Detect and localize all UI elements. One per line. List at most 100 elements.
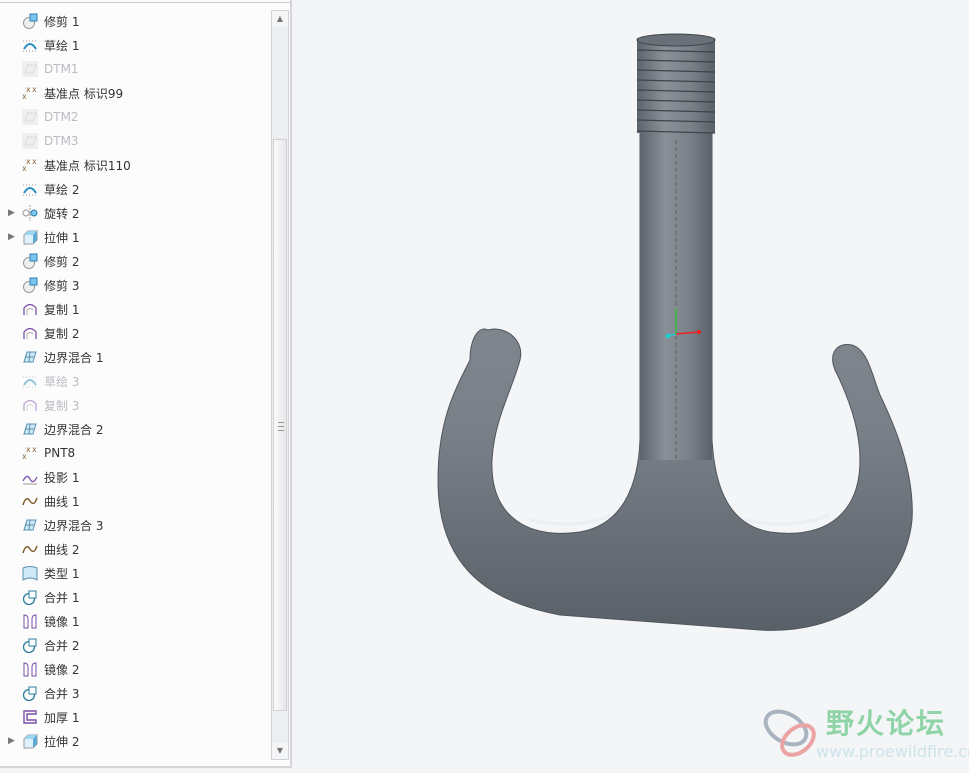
curve-icon — [22, 493, 38, 509]
tree-item-label: 合并 2 — [44, 638, 80, 653]
tree-item[interactable]: 镜像 1 — [0, 609, 268, 633]
tree-item-label: 镜像 1 — [44, 614, 80, 629]
tree-item-label: 拉伸 2 — [44, 734, 80, 749]
tree-item-label: 草绘 3 — [44, 374, 80, 389]
tree-item[interactable]: 曲线 1 — [0, 489, 268, 513]
svg-text:x: x — [32, 85, 37, 94]
expand-arrow-icon[interactable]: ▶ — [8, 736, 16, 746]
trim-icon — [22, 277, 38, 293]
tree-item-label: 修剪 2 — [44, 254, 80, 269]
tree-item[interactable]: 修剪 2 — [0, 249, 268, 273]
tree-item[interactable]: DTM3 — [0, 129, 268, 153]
style-icon — [22, 565, 38, 581]
extrude-icon — [22, 229, 38, 245]
tree-item-label: 修剪 3 — [44, 278, 80, 293]
tree-item-label: 类型 1 — [44, 566, 80, 581]
tree-item-label: 边界混合 1 — [44, 350, 104, 365]
tree-item[interactable]: 复制 2 — [0, 321, 268, 345]
svg-text:x: x — [32, 157, 37, 166]
tree-item[interactable]: x x x 基准点 标识110 — [0, 153, 268, 177]
svg-text:x: x — [26, 157, 31, 166]
tree-item-label: 镜像 2 — [44, 662, 80, 677]
trim-icon — [22, 253, 38, 269]
tree-item[interactable]: 加厚 1 — [0, 705, 268, 729]
tree-item[interactable]: x x x 基准点 标识99 — [0, 81, 268, 105]
tree-item[interactable]: ▶ 旋转 2 — [0, 201, 268, 225]
divider — [0, 2, 290, 3]
tree-item[interactable]: 修剪 3 — [0, 273, 268, 297]
tree-item-label: 合并 1 — [44, 590, 80, 605]
boundary-blend-icon — [22, 349, 38, 365]
trim-icon — [22, 13, 38, 29]
tree-item-label: DTM3 — [44, 134, 79, 148]
tree-item[interactable]: 复制 3 — [0, 393, 268, 417]
tree-item[interactable]: 投影 1 — [0, 465, 268, 489]
watermark-url: www.proewildfire.cn — [816, 742, 969, 761]
tree-item-label: 拉伸 1 — [44, 230, 80, 245]
tree-item-label: 修剪 1 — [44, 14, 80, 29]
tree-item-label: DTM1 — [44, 62, 79, 76]
extrude-icon — [22, 733, 38, 749]
tree-item[interactable]: 边界混合 3 — [0, 513, 268, 537]
tree-item[interactable]: 草绘 2 — [0, 177, 268, 201]
tree-item[interactable]: 类型 1 — [0, 561, 268, 585]
grip-icon — [278, 422, 284, 431]
tree-item-label: 基准点 标识99 — [44, 86, 124, 101]
scroll-thumb[interactable] — [273, 139, 287, 711]
sketch-icon — [22, 37, 38, 53]
scroll-up-button[interactable]: ▲ — [272, 11, 288, 27]
datum-point-icon: xxx — [22, 85, 38, 101]
tree-item[interactable]: 合并 3 — [0, 681, 268, 705]
tree-item[interactable]: 草绘 3 — [0, 369, 268, 393]
tree-item[interactable]: 合并 2 — [0, 633, 268, 657]
expand-arrow-icon[interactable]: ▶ — [8, 232, 16, 242]
projection-icon — [22, 469, 38, 485]
tree-item[interactable]: DTM2 — [0, 105, 268, 129]
merge-icon — [22, 685, 38, 701]
tree-item[interactable]: 合并 1 — [0, 585, 268, 609]
tree-item-label: DTM2 — [44, 110, 79, 124]
tree-item[interactable]: DTM1 — [0, 57, 268, 81]
tree-item[interactable]: 镜像 2 — [0, 657, 268, 681]
tree-item[interactable]: 曲线 2 — [0, 537, 268, 561]
tree-item[interactable]: ▶ 拉伸 1 — [0, 225, 268, 249]
mirror-icon — [22, 613, 38, 629]
tree-item-label: 边界混合 2 — [44, 422, 104, 437]
mirror-icon — [22, 661, 38, 677]
svg-text:x: x — [26, 445, 31, 454]
tree-item-label: 草绘 1 — [44, 38, 80, 53]
datum-plane-icon — [22, 109, 38, 125]
datum-point-icon: xxx — [22, 157, 38, 173]
scroll-down-button[interactable]: ▼ — [272, 743, 288, 759]
tree-item[interactable]: 草绘 1 — [0, 33, 268, 57]
tree-item-label: 边界混合 3 — [44, 518, 104, 533]
thicken-icon — [22, 709, 38, 725]
tree-item-label: 合并 3 — [44, 686, 80, 701]
tree-item[interactable]: ▶ 拉伸 2 — [0, 729, 268, 753]
sketch-icon — [22, 373, 38, 389]
copy-icon — [22, 325, 38, 341]
tree-item-label: 草绘 2 — [44, 182, 80, 197]
svg-text:x: x — [26, 85, 31, 94]
tree-scrollbar[interactable]: ▲ ▼ — [271, 10, 289, 760]
copy-icon — [22, 397, 38, 413]
copy-icon — [22, 301, 38, 317]
merge-icon — [22, 637, 38, 653]
hook-model — [437, 33, 913, 631]
boundary-blend-icon — [22, 421, 38, 437]
graphics-viewport[interactable] — [292, 0, 969, 769]
merge-icon — [22, 589, 38, 605]
tree-item[interactable]: 修剪 1 — [0, 9, 268, 33]
tree-item-label: 复制 1 — [44, 302, 80, 317]
tree-item[interactable]: x x x PNT8 — [0, 441, 268, 465]
curve-icon — [22, 541, 38, 557]
tree-item[interactable]: 复制 1 — [0, 297, 268, 321]
tree-item-label: 复制 2 — [44, 326, 80, 341]
sketch-icon — [22, 181, 38, 197]
tree-item-label: 曲线 2 — [44, 542, 80, 557]
tree-item[interactable]: 边界混合 1 — [0, 345, 268, 369]
tree-item[interactable]: 边界混合 2 — [0, 417, 268, 441]
expand-arrow-icon[interactable]: ▶ — [8, 208, 16, 218]
svg-text:x: x — [32, 445, 37, 454]
tree-item-label: 基准点 标识110 — [44, 158, 131, 173]
